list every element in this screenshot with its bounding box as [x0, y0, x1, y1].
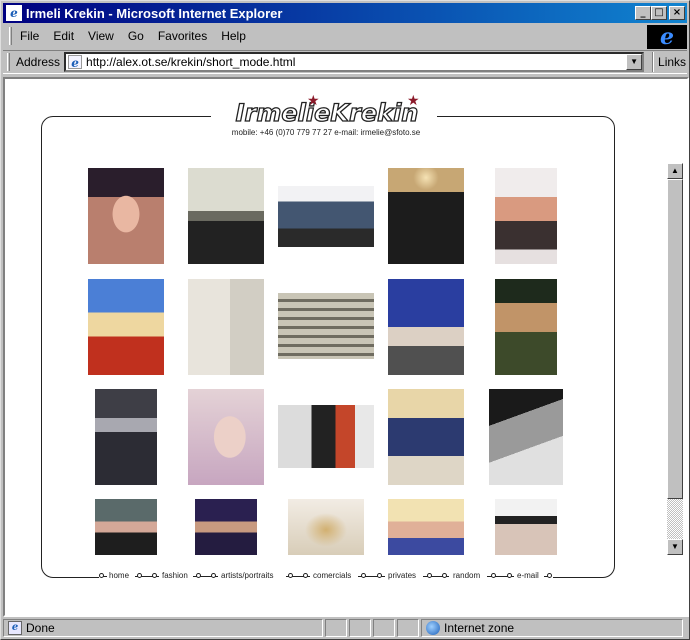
page-icon: e — [68, 55, 83, 70]
address-label: Address — [16, 55, 61, 69]
nav-dot — [152, 573, 157, 578]
nav-dot — [507, 573, 512, 578]
photo-thumbnail[interactable] — [388, 279, 464, 375]
nav-dot — [427, 573, 432, 578]
menu-file[interactable]: File — [20, 29, 39, 43]
photo-thumbnail[interactable] — [88, 279, 164, 375]
status-zone: Internet zone — [421, 619, 683, 637]
photo-thumbnail[interactable] — [288, 499, 364, 555]
scroll-down-button[interactable]: ▼ — [667, 539, 683, 555]
status-bar: e Done Internet zone — [3, 619, 687, 639]
nav-home[interactable]: home — [109, 571, 129, 580]
vertical-scrollbar[interactable]: ▲ ▼ — [667, 163, 683, 555]
address-url[interactable]: http://alex.ot.se/krekin/short_mode.html — [86, 55, 295, 69]
photo-thumbnail[interactable] — [188, 168, 264, 264]
photo-thumbnail[interactable] — [495, 168, 557, 264]
photo-thumbnail[interactable] — [88, 168, 164, 264]
nav-dot — [361, 573, 366, 578]
nav-dot — [99, 573, 104, 578]
photo-thumbnail[interactable] — [489, 389, 563, 485]
address-input[interactable]: e http://alex.ot.se/krekin/short_mode.ht… — [64, 52, 645, 72]
nav-dot — [491, 573, 496, 578]
photo-thumbnail[interactable] — [388, 499, 464, 555]
address-grip[interactable] — [7, 53, 10, 71]
nav-fashion[interactable]: fashion — [162, 571, 188, 580]
toolbar-grip[interactable] — [9, 27, 12, 45]
photo-thumbnail[interactable] — [188, 389, 264, 485]
photo-thumbnail[interactable] — [388, 389, 464, 485]
status-pane — [373, 619, 395, 637]
nav-comercials[interactable]: comercials — [313, 571, 351, 580]
status-pane — [349, 619, 371, 637]
status-text: Done — [26, 621, 55, 635]
title-bar: e Irmeli Krekin - Microsoft Internet Exp… — [3, 3, 687, 23]
page-done-icon: e — [8, 621, 22, 635]
photo-thumbnail[interactable] — [278, 405, 374, 468]
menu-go[interactable]: Go — [128, 29, 144, 43]
close-button[interactable]: × — [669, 6, 685, 20]
menu-bar: File Edit View Go Favorites Help — [3, 25, 643, 47]
photo-thumbnail[interactable] — [278, 186, 374, 247]
nav-dot — [137, 573, 142, 578]
photo-thumbnail[interactable] — [388, 168, 464, 264]
status-main: e Done — [3, 619, 323, 637]
minimize-button[interactable]: _ — [635, 6, 651, 20]
photo-thumbnail[interactable] — [188, 279, 264, 375]
nav-dot — [547, 573, 552, 578]
star-icon: ★ — [407, 92, 420, 108]
site-logo[interactable]: IrmelieKrekin — [219, 98, 435, 128]
nav-dot — [377, 573, 382, 578]
menu-help[interactable]: Help — [221, 29, 246, 43]
maximize-button[interactable]: □ — [651, 6, 667, 20]
address-dropdown-button[interactable]: ▼ — [626, 54, 643, 70]
nav-dot — [288, 573, 293, 578]
photo-thumbnail[interactable] — [278, 293, 374, 359]
links-button[interactable]: Links — [658, 55, 686, 69]
ie-throbber-logo: e — [647, 25, 687, 49]
nav-dot — [211, 573, 216, 578]
status-pane — [397, 619, 419, 637]
internet-zone-icon — [426, 621, 440, 635]
window-title: Irmeli Krekin - Microsoft Internet Explo… — [26, 5, 283, 21]
browser-window: e Irmeli Krekin - Microsoft Internet Exp… — [0, 0, 690, 640]
photo-thumbnail[interactable] — [495, 279, 557, 375]
menu-edit[interactable]: Edit — [53, 29, 74, 43]
ie-app-icon: e — [6, 5, 22, 21]
nav-random[interactable]: random — [453, 571, 480, 580]
photo-thumbnail[interactable] — [95, 499, 157, 555]
menu-view[interactable]: View — [88, 29, 114, 43]
star-icon: ★ — [307, 92, 320, 108]
address-bar: Address e http://alex.ot.se/krekin/short… — [3, 50, 687, 74]
status-pane — [325, 619, 347, 637]
nav-dot — [442, 573, 447, 578]
nav-dot — [303, 573, 308, 578]
photo-thumbnail[interactable] — [195, 499, 257, 555]
photo-thumbnail[interactable] — [95, 389, 157, 485]
nav-privates[interactable]: privates — [388, 571, 416, 580]
links-separator — [652, 52, 655, 72]
scroll-up-button[interactable]: ▲ — [667, 163, 683, 179]
window-controls: _ □ × — [635, 6, 685, 20]
contact-info: mobile: +46 (0)70 779 77 27 e-mail: irme… — [231, 128, 421, 137]
nav-dot — [196, 573, 201, 578]
zone-text: Internet zone — [444, 621, 515, 635]
nav-artists-portraits[interactable]: artists/portraits — [221, 571, 273, 580]
scroll-thumb[interactable] — [667, 179, 683, 499]
photo-thumbnail[interactable] — [495, 499, 557, 555]
menu-favorites[interactable]: Favorites — [158, 29, 207, 43]
nav-email[interactable]: e-mail — [517, 571, 539, 580]
